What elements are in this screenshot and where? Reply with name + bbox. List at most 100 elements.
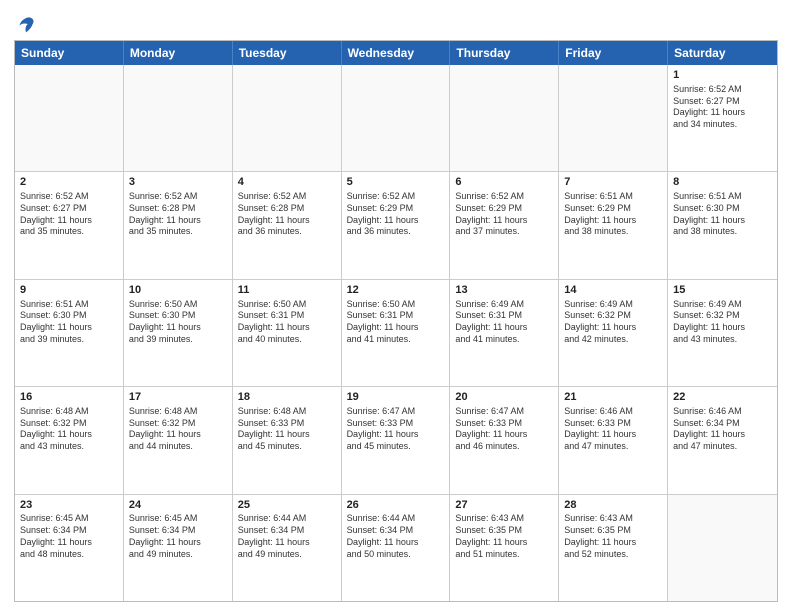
day-number: 13 bbox=[455, 283, 553, 298]
day-number: 2 bbox=[20, 175, 118, 190]
calendar-week-1: 2Sunrise: 6:52 AM Sunset: 6:27 PM Daylig… bbox=[15, 171, 777, 278]
day-info: Sunrise: 6:51 AM Sunset: 6:29 PM Dayligh… bbox=[564, 191, 662, 238]
calendar-day-23: 23Sunrise: 6:45 AM Sunset: 6:34 PM Dayli… bbox=[15, 495, 124, 601]
calendar-day-4: 4Sunrise: 6:52 AM Sunset: 6:28 PM Daylig… bbox=[233, 172, 342, 278]
day-header-wednesday: Wednesday bbox=[342, 41, 451, 65]
day-info: Sunrise: 6:44 AM Sunset: 6:34 PM Dayligh… bbox=[347, 513, 445, 560]
calendar-day-25: 25Sunrise: 6:44 AM Sunset: 6:34 PM Dayli… bbox=[233, 495, 342, 601]
day-number: 12 bbox=[347, 283, 445, 298]
calendar-day-17: 17Sunrise: 6:48 AM Sunset: 6:32 PM Dayli… bbox=[124, 387, 233, 493]
day-number: 17 bbox=[129, 390, 227, 405]
day-info: Sunrise: 6:48 AM Sunset: 6:32 PM Dayligh… bbox=[129, 406, 227, 453]
day-number: 15 bbox=[673, 283, 772, 298]
logo bbox=[14, 14, 36, 34]
calendar-day-22: 22Sunrise: 6:46 AM Sunset: 6:34 PM Dayli… bbox=[668, 387, 777, 493]
calendar-day-15: 15Sunrise: 6:49 AM Sunset: 6:32 PM Dayli… bbox=[668, 280, 777, 386]
calendar-week-2: 9Sunrise: 6:51 AM Sunset: 6:30 PM Daylig… bbox=[15, 279, 777, 386]
day-number: 10 bbox=[129, 283, 227, 298]
day-header-saturday: Saturday bbox=[668, 41, 777, 65]
day-info: Sunrise: 6:49 AM Sunset: 6:32 PM Dayligh… bbox=[673, 299, 772, 346]
day-number: 19 bbox=[347, 390, 445, 405]
day-info: Sunrise: 6:52 AM Sunset: 6:29 PM Dayligh… bbox=[455, 191, 553, 238]
day-number: 11 bbox=[238, 283, 336, 298]
day-number: 5 bbox=[347, 175, 445, 190]
calendar-day-10: 10Sunrise: 6:50 AM Sunset: 6:30 PM Dayli… bbox=[124, 280, 233, 386]
calendar-empty-cell bbox=[559, 65, 668, 171]
day-info: Sunrise: 6:44 AM Sunset: 6:34 PM Dayligh… bbox=[238, 513, 336, 560]
day-header-friday: Friday bbox=[559, 41, 668, 65]
day-header-thursday: Thursday bbox=[450, 41, 559, 65]
calendar-empty-cell bbox=[15, 65, 124, 171]
calendar-day-28: 28Sunrise: 6:43 AM Sunset: 6:35 PM Dayli… bbox=[559, 495, 668, 601]
day-number: 1 bbox=[673, 68, 772, 83]
calendar-empty-cell bbox=[233, 65, 342, 171]
calendar-day-18: 18Sunrise: 6:48 AM Sunset: 6:33 PM Dayli… bbox=[233, 387, 342, 493]
calendar-day-16: 16Sunrise: 6:48 AM Sunset: 6:32 PM Dayli… bbox=[15, 387, 124, 493]
calendar-day-19: 19Sunrise: 6:47 AM Sunset: 6:33 PM Dayli… bbox=[342, 387, 451, 493]
calendar-day-3: 3Sunrise: 6:52 AM Sunset: 6:28 PM Daylig… bbox=[124, 172, 233, 278]
day-number: 21 bbox=[564, 390, 662, 405]
day-info: Sunrise: 6:46 AM Sunset: 6:33 PM Dayligh… bbox=[564, 406, 662, 453]
calendar-day-27: 27Sunrise: 6:43 AM Sunset: 6:35 PM Dayli… bbox=[450, 495, 559, 601]
calendar-week-3: 16Sunrise: 6:48 AM Sunset: 6:32 PM Dayli… bbox=[15, 386, 777, 493]
calendar-empty-cell bbox=[668, 495, 777, 601]
day-info: Sunrise: 6:50 AM Sunset: 6:31 PM Dayligh… bbox=[238, 299, 336, 346]
calendar-empty-cell bbox=[124, 65, 233, 171]
day-header-monday: Monday bbox=[124, 41, 233, 65]
day-number: 4 bbox=[238, 175, 336, 190]
calendar-day-7: 7Sunrise: 6:51 AM Sunset: 6:29 PM Daylig… bbox=[559, 172, 668, 278]
day-info: Sunrise: 6:49 AM Sunset: 6:32 PM Dayligh… bbox=[564, 299, 662, 346]
calendar-day-13: 13Sunrise: 6:49 AM Sunset: 6:31 PM Dayli… bbox=[450, 280, 559, 386]
calendar-week-4: 23Sunrise: 6:45 AM Sunset: 6:34 PM Dayli… bbox=[15, 494, 777, 601]
calendar-empty-cell bbox=[450, 65, 559, 171]
day-number: 24 bbox=[129, 498, 227, 513]
calendar-day-20: 20Sunrise: 6:47 AM Sunset: 6:33 PM Dayli… bbox=[450, 387, 559, 493]
day-info: Sunrise: 6:50 AM Sunset: 6:31 PM Dayligh… bbox=[347, 299, 445, 346]
day-info: Sunrise: 6:43 AM Sunset: 6:35 PM Dayligh… bbox=[564, 513, 662, 560]
day-info: Sunrise: 6:43 AM Sunset: 6:35 PM Dayligh… bbox=[455, 513, 553, 560]
day-header-sunday: Sunday bbox=[15, 41, 124, 65]
day-number: 6 bbox=[455, 175, 553, 190]
day-header-tuesday: Tuesday bbox=[233, 41, 342, 65]
day-number: 20 bbox=[455, 390, 553, 405]
day-number: 14 bbox=[564, 283, 662, 298]
day-number: 9 bbox=[20, 283, 118, 298]
day-info: Sunrise: 6:52 AM Sunset: 6:28 PM Dayligh… bbox=[129, 191, 227, 238]
day-info: Sunrise: 6:52 AM Sunset: 6:27 PM Dayligh… bbox=[20, 191, 118, 238]
day-info: Sunrise: 6:46 AM Sunset: 6:34 PM Dayligh… bbox=[673, 406, 772, 453]
day-number: 27 bbox=[455, 498, 553, 513]
day-info: Sunrise: 6:48 AM Sunset: 6:33 PM Dayligh… bbox=[238, 406, 336, 453]
calendar-day-9: 9Sunrise: 6:51 AM Sunset: 6:30 PM Daylig… bbox=[15, 280, 124, 386]
day-info: Sunrise: 6:52 AM Sunset: 6:29 PM Dayligh… bbox=[347, 191, 445, 238]
calendar-empty-cell bbox=[342, 65, 451, 171]
day-info: Sunrise: 6:48 AM Sunset: 6:32 PM Dayligh… bbox=[20, 406, 118, 453]
calendar: SundayMondayTuesdayWednesdayThursdayFrid… bbox=[14, 40, 778, 602]
day-info: Sunrise: 6:51 AM Sunset: 6:30 PM Dayligh… bbox=[673, 191, 772, 238]
logo-bird-icon bbox=[16, 14, 36, 34]
day-info: Sunrise: 6:47 AM Sunset: 6:33 PM Dayligh… bbox=[455, 406, 553, 453]
day-number: 22 bbox=[673, 390, 772, 405]
day-number: 23 bbox=[20, 498, 118, 513]
day-info: Sunrise: 6:52 AM Sunset: 6:27 PM Dayligh… bbox=[673, 84, 772, 131]
page-header bbox=[14, 10, 778, 34]
calendar-day-8: 8Sunrise: 6:51 AM Sunset: 6:30 PM Daylig… bbox=[668, 172, 777, 278]
day-number: 26 bbox=[347, 498, 445, 513]
day-number: 3 bbox=[129, 175, 227, 190]
day-info: Sunrise: 6:45 AM Sunset: 6:34 PM Dayligh… bbox=[129, 513, 227, 560]
day-number: 8 bbox=[673, 175, 772, 190]
day-number: 28 bbox=[564, 498, 662, 513]
day-info: Sunrise: 6:45 AM Sunset: 6:34 PM Dayligh… bbox=[20, 513, 118, 560]
calendar-day-1: 1Sunrise: 6:52 AM Sunset: 6:27 PM Daylig… bbox=[668, 65, 777, 171]
calendar-day-2: 2Sunrise: 6:52 AM Sunset: 6:27 PM Daylig… bbox=[15, 172, 124, 278]
day-info: Sunrise: 6:51 AM Sunset: 6:30 PM Dayligh… bbox=[20, 299, 118, 346]
calendar-day-11: 11Sunrise: 6:50 AM Sunset: 6:31 PM Dayli… bbox=[233, 280, 342, 386]
calendar-day-26: 26Sunrise: 6:44 AM Sunset: 6:34 PM Dayli… bbox=[342, 495, 451, 601]
day-info: Sunrise: 6:47 AM Sunset: 6:33 PM Dayligh… bbox=[347, 406, 445, 453]
calendar-day-14: 14Sunrise: 6:49 AM Sunset: 6:32 PM Dayli… bbox=[559, 280, 668, 386]
day-number: 25 bbox=[238, 498, 336, 513]
calendar-day-21: 21Sunrise: 6:46 AM Sunset: 6:33 PM Dayli… bbox=[559, 387, 668, 493]
day-info: Sunrise: 6:49 AM Sunset: 6:31 PM Dayligh… bbox=[455, 299, 553, 346]
day-number: 7 bbox=[564, 175, 662, 190]
calendar-day-6: 6Sunrise: 6:52 AM Sunset: 6:29 PM Daylig… bbox=[450, 172, 559, 278]
day-info: Sunrise: 6:52 AM Sunset: 6:28 PM Dayligh… bbox=[238, 191, 336, 238]
